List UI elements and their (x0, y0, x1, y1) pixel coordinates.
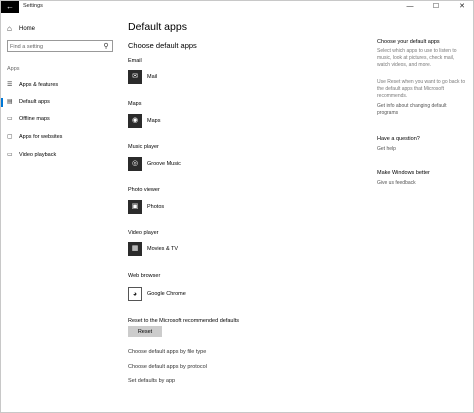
selection-indicator (1, 81, 3, 90)
right-panel: Choose your default apps Select which ap… (377, 13, 469, 413)
reset-button[interactable]: Reset (128, 326, 162, 337)
selection-indicator (1, 97, 3, 107)
choose-description: Select which apps to use to listen to mu… (377, 48, 457, 68)
category-label-web-browser: Web browser (128, 273, 161, 279)
sidebar-item-video-playback[interactable]: ▭ Video playback (1, 150, 121, 160)
chrome-icon: ◕ (128, 287, 142, 301)
sidebar: ⌂ Home ⚲ Apps ☰ Apps & features ▤ Defaul… (1, 13, 121, 413)
settings-window: ← Settings — ☐ ✕ ⌂ Home ⚲ Apps ☰ Apps & … (0, 0, 474, 413)
website-icon: ▢ (7, 134, 13, 140)
sidebar-item-label: Default apps (19, 99, 50, 105)
title-bar: ← Settings — ☐ ✕ (1, 1, 473, 13)
app-name: Groove Music (147, 161, 181, 167)
category-label-music-player: Music player (128, 144, 159, 150)
minimize-icon[interactable]: — (401, 1, 419, 13)
photos-icon: ▣ (128, 200, 142, 214)
sidebar-item-apps-for-websites[interactable]: ▢ Apps for websites (1, 132, 121, 142)
video-icon: ▭ (7, 152, 13, 158)
close-icon[interactable]: ✕ (453, 1, 471, 13)
app-name: Photos (147, 204, 165, 210)
back-arrow-icon[interactable]: ← (1, 1, 19, 13)
app-name: Movies & TV (147, 246, 179, 252)
default-app-photo-viewer[interactable]: ▣ Photos (128, 200, 164, 214)
default-apps-icon: ▤ (7, 99, 13, 105)
window-title: Settings (23, 3, 43, 9)
search-input[interactable] (10, 42, 100, 51)
info-link[interactable]: Get info about changing default programs (377, 103, 467, 117)
sidebar-item-label: Apps & features (19, 82, 59, 88)
map-icon: ▭ (7, 116, 13, 122)
sidebar-item-label: Offline maps (19, 116, 50, 122)
get-help-link[interactable]: Get help (377, 146, 467, 153)
sidebar-item-default-apps[interactable]: ▤ Default apps (1, 97, 121, 107)
default-app-maps[interactable]: ◉ Maps (128, 114, 160, 128)
sidebar-home[interactable]: ⌂ Home (7, 24, 35, 34)
section-title: Choose default apps (128, 41, 197, 50)
feedback-link[interactable]: Give us feedback (377, 180, 467, 187)
choose-heading: Choose your default apps (377, 39, 440, 45)
reset-description: Use Reset when you want to go back to th… (377, 79, 466, 99)
main-content: Default apps Choose default apps Email ✉… (128, 13, 363, 413)
reset-label: Reset to the Microsoft recommended defau… (128, 318, 239, 324)
groove-music-icon: ◎ (128, 157, 142, 171)
category-label-email: Email (128, 58, 142, 64)
default-app-music-player[interactable]: ◎ Groove Music (128, 157, 181, 171)
maximize-icon[interactable]: ☐ (427, 1, 445, 13)
link-defaults-by-file-type[interactable]: Choose default apps by file type (128, 349, 206, 355)
app-name: Maps (147, 118, 161, 124)
search-box[interactable]: ⚲ (7, 40, 113, 52)
better-heading: Make Windows better (377, 170, 430, 176)
movies-tv-icon: ▦ (128, 242, 142, 256)
category-label-maps: Maps (128, 101, 142, 107)
default-app-video-player[interactable]: ▦ Movies & TV (128, 242, 178, 256)
default-app-email[interactable]: ✉ Mail (128, 70, 157, 84)
sidebar-section-label: Apps (7, 66, 20, 72)
selection-indicator (1, 133, 3, 142)
sidebar-item-label: Apps for websites (19, 134, 63, 140)
app-name: Mail (147, 74, 158, 80)
category-label-video-player: Video player (128, 230, 159, 236)
page-title: Default apps (128, 21, 187, 33)
app-name: Google Chrome (147, 291, 186, 297)
sidebar-item-label: Video playback (19, 152, 57, 158)
selection-indicator (1, 115, 3, 124)
category-label-photo-viewer: Photo viewer (128, 187, 160, 193)
question-heading: Have a question? (377, 136, 420, 142)
sidebar-home-label: Home (19, 26, 36, 32)
sidebar-item-apps-features[interactable]: ☰ Apps & features (1, 80, 121, 90)
link-defaults-by-protocol[interactable]: Choose default apps by protocol (128, 364, 207, 370)
mail-icon: ✉ (128, 70, 142, 84)
maps-icon: ◉ (128, 114, 142, 128)
link-set-defaults-by-app[interactable]: Set defaults by app (128, 378, 175, 384)
search-icon[interactable]: ⚲ (102, 42, 110, 51)
sidebar-item-offline-maps[interactable]: ▭ Offline maps (1, 114, 121, 124)
default-app-web-browser[interactable]: ◕ Google Chrome (128, 287, 186, 301)
home-icon: ⌂ (7, 24, 12, 33)
selection-indicator (1, 151, 3, 160)
list-icon: ☰ (7, 82, 13, 88)
